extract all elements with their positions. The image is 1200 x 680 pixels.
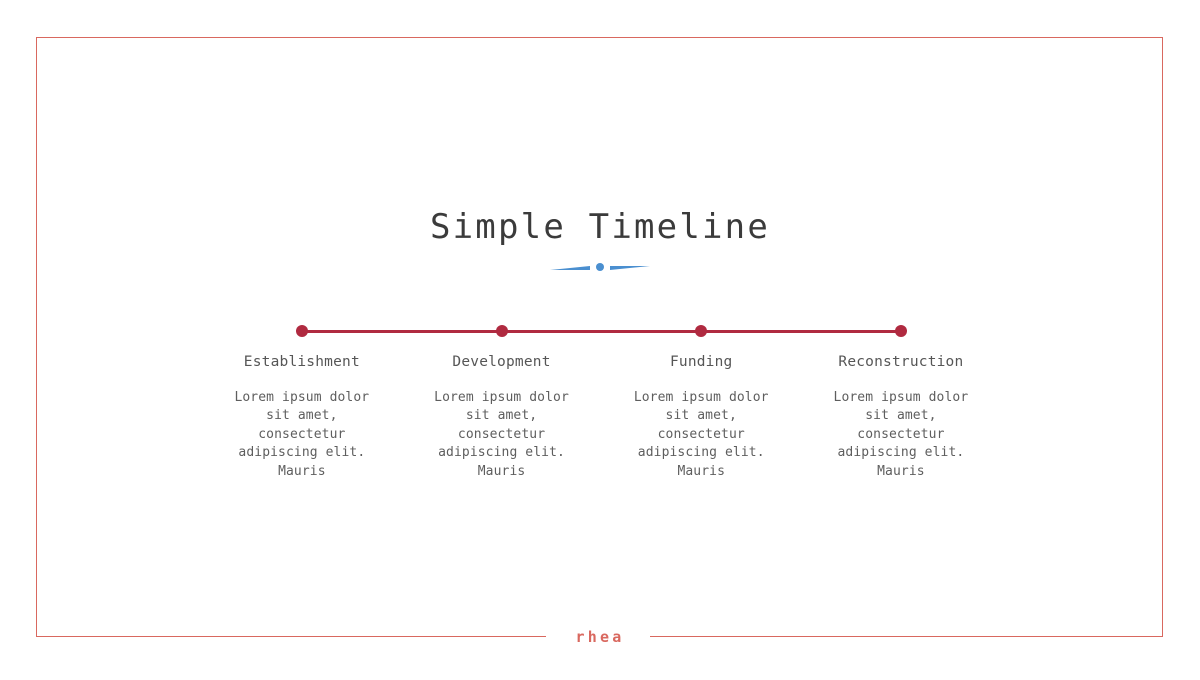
timeline-body-4: Lorem ipsum dolor sit amet, consectetur … [833,390,969,479]
footer-wordmark: rhea [0,627,1200,647]
page-title: Simple Timeline [429,207,771,247]
timeline-body-2: Lorem ipsum dolor sit amet, consectetur … [434,390,569,479]
timeline-column-4: Reconstruction Lorem ipsum dolor sit ame… [801,352,1001,481]
timeline-label-4: Reconstruction [838,354,964,370]
timeline-line [302,329,901,333]
timeline-column-1: Establishment Lorem ipsum dolor sit amet… [202,352,402,481]
timeline-label-1: Establishment [243,354,360,370]
timeline-body-1: Lorem ipsum dolor sit amet, consectetur … [234,390,370,479]
slide-border-frame [36,37,1163,637]
title-block: Simple Timeline [0,205,1200,249]
brand-wordmark-text: rhea [575,628,625,646]
title-divider [0,256,1200,278]
timeline-column-2: Development Lorem ipsum dolor sit amet, … [402,352,602,481]
divider-inner [550,256,650,278]
timeline-label-3: Funding [669,354,733,370]
timeline-node-dot-3[interactable] [695,325,707,337]
timeline-node-dot-1[interactable] [296,325,308,337]
divider-left-line-icon [550,266,590,270]
timeline-body-3: Lorem ipsum dolor sit amet, consectetur … [633,390,769,479]
timeline-column-3: Funding Lorem ipsum dolor sit amet, cons… [601,352,801,481]
timeline-node-dot-2[interactable] [496,325,508,337]
timeline-node-dot-4[interactable] [895,325,907,337]
timeline-columns: Establishment Lorem ipsum dolor sit amet… [202,352,1001,481]
divider-right-line-icon [610,266,650,270]
divider-dot-icon [596,263,604,271]
slide-canvas: Simple Timeline Establishment Lorem ipsu… [0,0,1200,680]
timeline-label-2: Development [452,354,551,370]
